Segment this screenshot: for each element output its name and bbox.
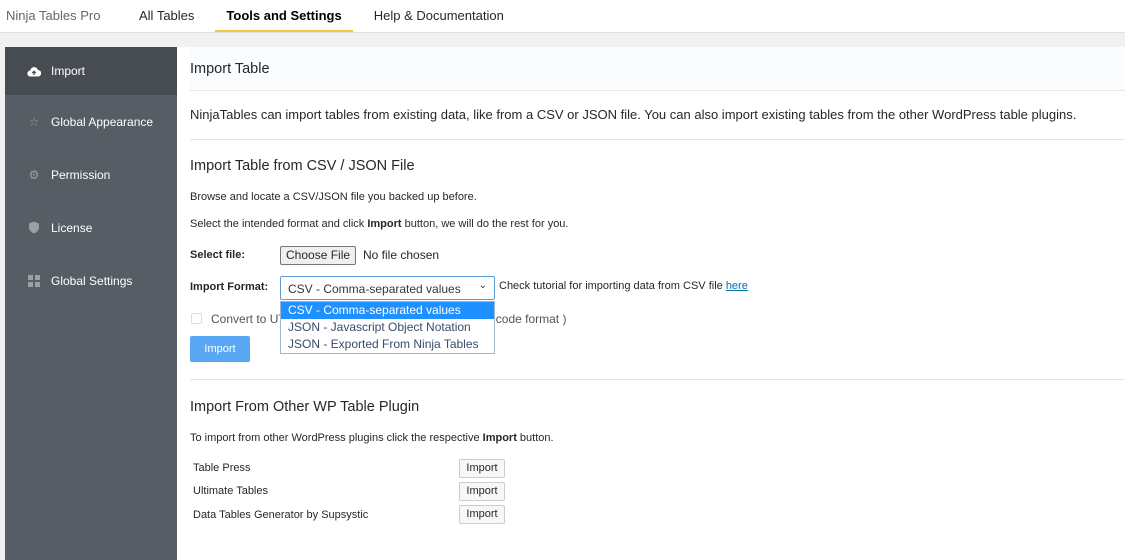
text: button, we will do the rest for you.	[401, 218, 569, 230]
tab-all-tables[interactable]: All Tables	[128, 0, 205, 32]
sidebar-item-label: Import	[51, 64, 86, 78]
text-bold: Import	[482, 432, 517, 444]
sidebar-item-label: Permission	[51, 167, 111, 182]
text-bold: Import	[367, 218, 402, 230]
text: Check tutorial for importing data from C…	[499, 280, 726, 292]
plugin-name: Data Tables Generator by Supsystic	[193, 509, 369, 521]
other-description: To import from other WordPress plugins c…	[190, 432, 554, 444]
dropdown-option[interactable]: CSV - Comma-separated values	[281, 302, 494, 319]
dropdown-option[interactable]: JSON - Javascript Object Notation	[281, 319, 494, 336]
page-description: NinjaTables can import tables from exist…	[190, 107, 1077, 122]
plugin-name: Ultimate Tables	[193, 485, 268, 497]
plugin-name: Table Press	[193, 462, 251, 474]
top-nav: Ninja Tables Pro All Tables Tools and Se…	[0, 0, 1125, 33]
import-supsystic-button[interactable]: Import	[459, 505, 505, 524]
star-icon: ☆	[28, 114, 40, 129]
csv-heading: Import Table from CSV / JSON File	[190, 158, 415, 174]
divider	[190, 139, 1125, 140]
import-tablepress-button[interactable]: Import	[459, 459, 505, 478]
grid-icon	[25, 274, 43, 287]
import-format-select[interactable]: CSV - Comma-separated values ⌄	[280, 276, 495, 300]
text: Select the intended format and click	[190, 218, 368, 230]
sidebar-item-label: Global Appearance	[51, 114, 154, 129]
text: button.	[516, 432, 554, 444]
main-content: Import Table NinjaTables can import tabl…	[177, 47, 1125, 560]
import-format-label: Import Format:	[190, 281, 269, 293]
choose-file-button[interactable]: Choose File	[280, 246, 357, 265]
sidebar-item-import[interactable]: Import	[5, 47, 177, 95]
tab-help[interactable]: Help & Documentation	[363, 0, 515, 32]
shield-icon	[25, 221, 43, 234]
format-dropdown: CSV - Comma-separated values JSON - Java…	[280, 301, 495, 354]
convert-utf8-checkbox[interactable]	[191, 313, 202, 324]
chevron-down-icon: ⌄	[478, 280, 487, 291]
page-title: Import Table	[190, 47, 1125, 91]
select-file-label: Select file:	[190, 249, 246, 261]
sidebar-item-label: License	[51, 220, 93, 235]
import-ultimate-tables-button[interactable]: Import	[459, 482, 505, 501]
sidebar: Import ☆ Global Appearance ⚙ Permission Li…	[5, 47, 177, 560]
file-status: No file chosen	[363, 248, 440, 262]
brand: Ninja Tables Pro	[6, 8, 101, 23]
tutorial-text: Check tutorial for importing data from C…	[499, 280, 748, 292]
cloud-upload-icon	[25, 66, 43, 77]
sidebar-item-global-appearance[interactable]: ☆ Global Appearance	[5, 95, 177, 148]
text: To import from other WordPress plugins c…	[190, 432, 483, 444]
sidebar-item-global-settings[interactable]: Global Settings	[5, 254, 177, 307]
import-button[interactable]: Import	[190, 336, 250, 362]
tutorial-link[interactable]: here	[726, 280, 748, 292]
sidebar-item-permission[interactable]: ⚙ Permission	[5, 148, 177, 201]
csv-line1: Browse and locate a CSV/JSON file you ba…	[190, 191, 477, 203]
divider	[190, 379, 1125, 380]
sidebar-item-license[interactable]: License	[5, 201, 177, 254]
sidebar-item-label: Global Settings	[51, 273, 133, 288]
dropdown-option[interactable]: JSON - Exported From Ninja Tables	[281, 336, 494, 353]
other-heading: Import From Other WP Table Plugin	[190, 399, 420, 415]
csv-line2: Select the intended format and click Imp…	[190, 218, 568, 230]
gear-icon: ⚙	[28, 167, 40, 182]
tab-tools-settings[interactable]: Tools and Settings	[215, 0, 353, 32]
select-value: CSV - Comma-separated values	[288, 282, 461, 296]
